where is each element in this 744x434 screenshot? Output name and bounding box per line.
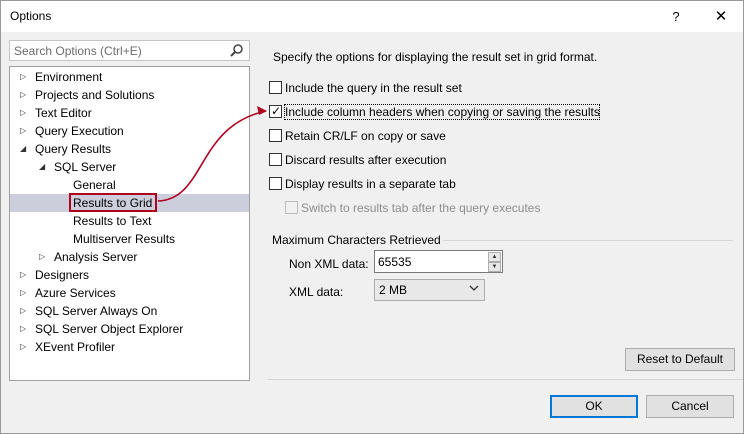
tree-item-label: Multiserver Results: [73, 232, 176, 246]
ok-button[interactable]: OK: [550, 395, 638, 418]
tree-item-label: Results to Text: [73, 214, 152, 228]
expanded-arrow-icon[interactable]: ◢: [20, 140, 30, 158]
collapsed-arrow-icon[interactable]: ▷: [20, 320, 30, 338]
checkbox-label: Include column headers when copying or s…: [285, 105, 600, 119]
xml-data-select[interactable]: 2 MB: [374, 279, 485, 301]
tree-item-environment[interactable]: ▷ Environment: [10, 68, 249, 86]
tree-item-label: SQL Server Object Explorer: [35, 322, 184, 336]
close-button[interactable]: ✕: [701, 1, 741, 32]
search-icon[interactable]: [229, 43, 244, 58]
select-value: 2 MB: [379, 283, 408, 297]
spin-down-icon[interactable]: ▼: [488, 262, 501, 272]
collapsed-arrow-icon[interactable]: ▷: [20, 104, 30, 122]
collapsed-arrow-icon[interactable]: ▷: [20, 338, 30, 356]
reset-to-default-button[interactable]: Reset to Default: [625, 348, 735, 371]
checkbox[interactable]: [269, 81, 282, 94]
tree-item-text-editor[interactable]: ▷ Text Editor: [10, 104, 249, 122]
search-box: [9, 40, 250, 61]
options-dialog: Options ? ✕ ▷ Environment ▷ Projects and…: [0, 0, 744, 434]
collapsed-arrow-icon[interactable]: ▷: [20, 86, 30, 104]
tree-item-results-to-text[interactable]: Results to Text: [10, 212, 249, 230]
cancel-button[interactable]: Cancel: [646, 395, 734, 418]
tree-item-designers[interactable]: ▷ Designers: [10, 266, 249, 284]
checkbox-disabled: [285, 201, 298, 214]
tree-item-label: Azure Services: [35, 286, 116, 300]
checkbox[interactable]: [269, 177, 282, 190]
tree-item-projects-and-solutions[interactable]: ▷ Projects and Solutions: [10, 86, 249, 104]
non-xml-label: Non XML data:: [289, 257, 369, 271]
tree-item-query-results[interactable]: ◢ Query Results: [10, 140, 249, 158]
tree-item-label: Designers: [35, 268, 90, 282]
tree-item-label: SQL Server Always On: [35, 304, 158, 318]
non-xml-input[interactable]: [375, 251, 485, 272]
help-button[interactable]: ?: [656, 1, 696, 32]
checkbox-label: Discard results after execution: [285, 153, 447, 167]
checkbox[interactable]: [269, 129, 282, 142]
checkbox-label: Switch to results tab after the query ex…: [301, 201, 541, 215]
page-description: Specify the options for displaying the r…: [273, 50, 598, 64]
chevron-down-icon: [469, 285, 479, 291]
tree-item-xevent-profiler[interactable]: ▷ XEvent Profiler: [10, 338, 249, 356]
tree-item-label: Results to Grid: [73, 196, 153, 210]
checkbox-label: Include the query in the result set: [285, 81, 462, 95]
tree-item-multiserver-results[interactable]: Multiserver Results: [10, 230, 249, 248]
collapsed-arrow-icon[interactable]: ▷: [20, 68, 30, 86]
options-tree: ▷ Environment ▷ Projects and Solutions ▷…: [9, 66, 250, 381]
xml-label: XML data:: [289, 285, 344, 299]
checkbox[interactable]: [269, 153, 282, 166]
collapsed-arrow-icon[interactable]: ▷: [20, 284, 30, 302]
non-xml-spinner: ▲ ▼: [374, 250, 503, 273]
tree-item-analysis-server[interactable]: ▷ Analysis Server: [10, 248, 249, 266]
tree-item-results-to-grid[interactable]: Results to Grid: [10, 193, 249, 212]
tree-item-sql-server-object-explorer[interactable]: ▷ SQL Server Object Explorer: [10, 320, 249, 338]
tree-item-label: Query Results: [35, 142, 112, 156]
tree-item-query-execution[interactable]: ▷ Query Execution: [10, 122, 249, 140]
group-divider: [443, 240, 733, 241]
collapsed-arrow-icon[interactable]: ▷: [20, 302, 30, 320]
group-title: Maximum Characters Retrieved: [272, 233, 441, 247]
tree-item-label: Projects and Solutions: [35, 88, 155, 102]
window-title: Options: [10, 9, 52, 23]
collapsed-arrow-icon[interactable]: ▷: [20, 122, 30, 140]
tree-item-label: Analysis Server: [54, 250, 138, 264]
tree-item-sql-server[interactable]: ◢ SQL Server: [10, 158, 249, 176]
button-separator: [268, 379, 743, 380]
collapsed-arrow-icon[interactable]: ▷: [20, 266, 30, 284]
collapsed-arrow-icon[interactable]: ▷: [39, 248, 49, 266]
tree-item-label: XEvent Profiler: [35, 340, 116, 354]
checkbox-label: Display results in a separate tab: [285, 177, 456, 191]
expanded-arrow-icon[interactable]: ◢: [39, 158, 49, 176]
tree-item-label: Environment: [35, 70, 103, 84]
tree-item-general[interactable]: General: [10, 176, 249, 194]
checkbox-checked[interactable]: ✓: [269, 105, 282, 118]
tree-item-label: General: [73, 178, 116, 192]
title-bar: Options ? ✕: [1, 1, 743, 32]
checkmark-icon: ✓: [271, 104, 282, 118]
tree-item-azure-services[interactable]: ▷ Azure Services: [10, 284, 249, 302]
spin-up-icon[interactable]: ▲: [488, 252, 501, 262]
tree-item-label: SQL Server: [54, 160, 117, 174]
checkbox-label: Retain CR/LF on copy or save: [285, 129, 446, 143]
tree-item-label: Text Editor: [35, 106, 92, 120]
search-input[interactable]: [10, 41, 225, 60]
tree-item-label: Query Execution: [35, 124, 124, 138]
tree-item-sql-server-always-on[interactable]: ▷ SQL Server Always On: [10, 302, 249, 320]
